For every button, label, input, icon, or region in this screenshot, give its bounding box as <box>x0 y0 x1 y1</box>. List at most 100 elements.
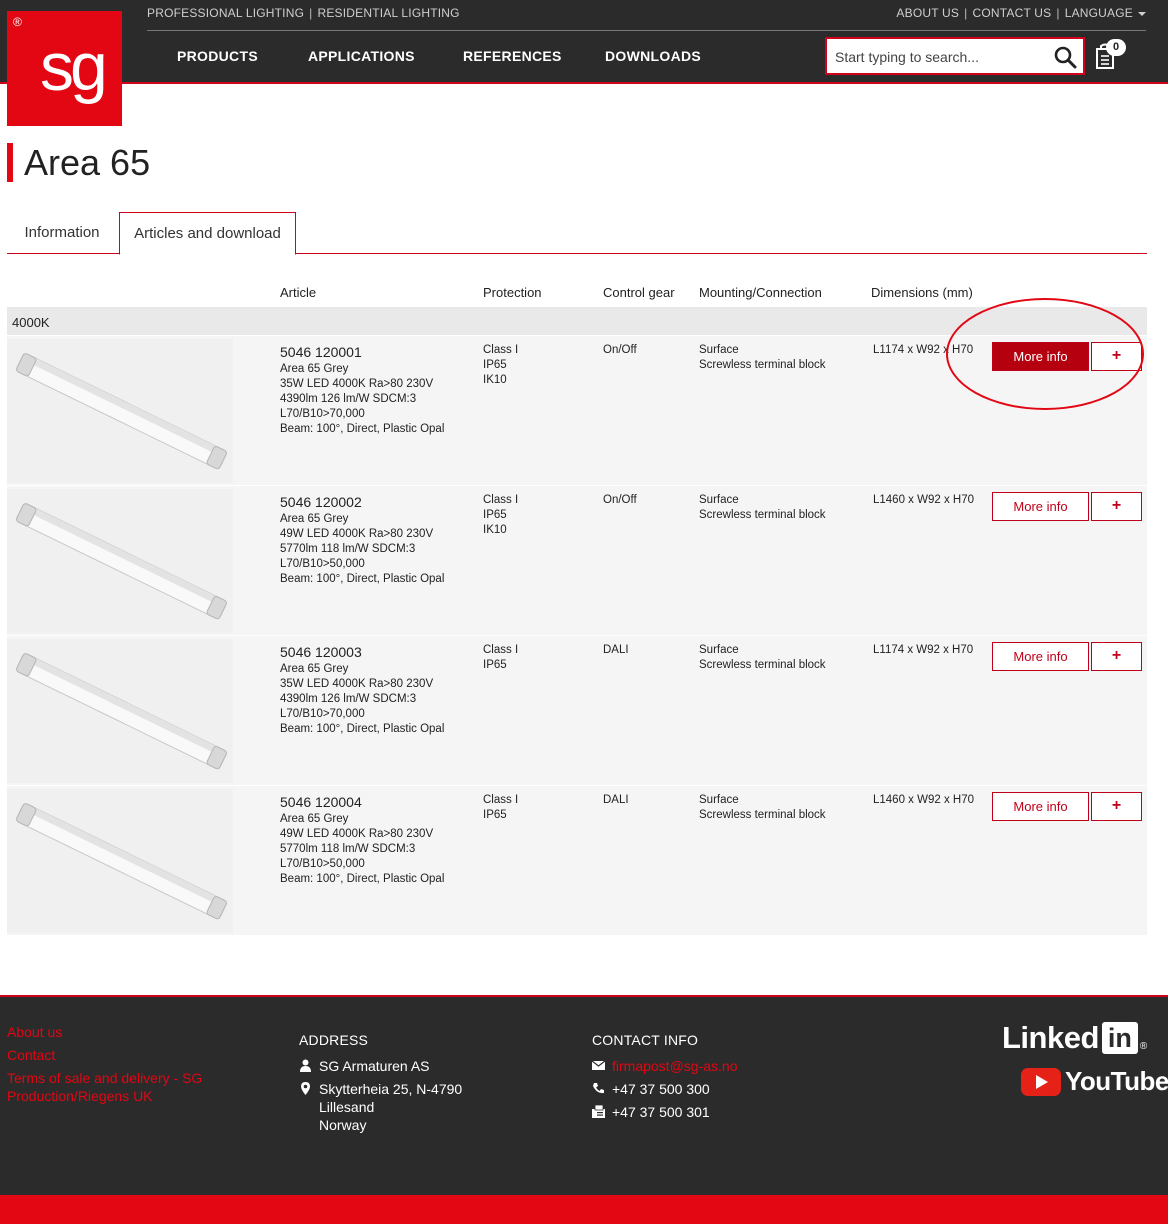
article-beam: Beam: 100°, Direct, Plastic Opal <box>280 423 445 435</box>
connection-type: Screwless terminal block <box>699 659 826 671</box>
dimensions-cell: L1174 x W92 x H70 <box>873 344 974 356</box>
segment-nav: PROFESSIONAL LIGHTING | RESIDENTIAL LIGHTI… <box>147 6 460 20</box>
product-image[interactable] <box>7 639 233 783</box>
table-header: Article Protection Control gear Mounting… <box>7 284 1147 306</box>
mounting-cell: Surface Screwless terminal block <box>699 493 826 523</box>
protection-ip: IP65 <box>483 809 507 821</box>
mounting-cell: Surface Screwless terminal block <box>699 793 826 823</box>
article-life: L70/B10>70,000 <box>280 408 365 420</box>
contact-us-link[interactable]: CONTACT US <box>972 6 1051 20</box>
article-info: 5046 120001 Area 65 Grey 35W LED 4000K R… <box>280 344 444 437</box>
email-link[interactable]: firmapost@sg-as.no <box>612 1057 737 1075</box>
article-beam: Beam: 100°, Direct, Plastic Opal <box>280 723 445 735</box>
protection-class: Class I <box>483 644 519 656</box>
dimensions-cell: L1460 x W92 x H70 <box>873 794 975 806</box>
phone-line: +47 37 500 300 <box>592 1080 737 1098</box>
search-icon[interactable] <box>1053 45 1077 69</box>
article-life: L70/B10>50,000 <box>280 558 365 570</box>
footer-links: About us Contact Terms of sale and deliv… <box>7 1023 227 1110</box>
column-header-control-gear: Control gear <box>603 285 675 300</box>
separator: | <box>309 6 313 20</box>
language-dropdown[interactable]: LANGUAGE <box>1065 6 1133 20</box>
add-to-list-button[interactable]: + <box>1091 492 1142 521</box>
protection-class: Class I <box>483 344 519 356</box>
product-image[interactable] <box>7 489 233 633</box>
more-info-button[interactable]: More info <box>992 342 1089 371</box>
article-name: Area 65 Grey <box>280 363 349 375</box>
protection-ik: IK10 <box>483 524 507 536</box>
tab-articles-and-download[interactable]: Articles and download <box>119 212 296 255</box>
person-icon <box>300 1059 311 1072</box>
sg-logo[interactable]: ® sg <box>7 11 122 126</box>
more-info-button[interactable]: More info <box>992 642 1089 671</box>
fax-number: +47 37 500 301 <box>612 1104 710 1120</box>
search-box <box>825 37 1085 75</box>
tab-information[interactable]: Information <box>7 212 117 254</box>
footer-link-contact[interactable]: Contact <box>7 1046 227 1064</box>
youtube-logo[interactable]: YouTube <box>1021 1066 1168 1097</box>
connection-type: Screwless terminal block <box>699 509 826 521</box>
residential-lighting-link[interactable]: RESIDENTIAL LIGHTING <box>317 6 459 20</box>
email-line: firmapost@sg-as.no <box>592 1057 737 1075</box>
add-to-list-button[interactable]: + <box>1091 642 1142 671</box>
article-info: 5046 120003 Area 65 Grey 35W LED 4000K R… <box>280 644 444 737</box>
add-to-list-button[interactable]: + <box>1091 342 1142 371</box>
about-us-link[interactable]: ABOUT US <box>896 6 959 20</box>
professional-lighting-link[interactable]: PROFESSIONAL LIGHTING <box>147 6 304 20</box>
article-name: Area 65 Grey <box>280 663 349 675</box>
more-info-button[interactable]: More info <box>992 492 1089 521</box>
company-line: SG Armaturen AS <box>299 1057 462 1075</box>
connection-type: Screwless terminal block <box>699 359 826 371</box>
article-spec: 49W LED 4000K Ra>80 230V <box>280 528 434 540</box>
contact-block: CONTACT INFO firmapost@sg-as.no +47 37 5… <box>592 1032 737 1121</box>
phone-icon <box>593 1083 604 1094</box>
site-header: PROFESSIONAL LIGHTING | RESIDENTIAL LIGHTI… <box>0 0 1168 84</box>
mounting-type: Surface <box>699 644 739 656</box>
protection-class: Class I <box>483 794 519 806</box>
article-number[interactable]: 5046 120002 <box>280 494 444 510</box>
nav-applications[interactable]: APPLICATIONS <box>308 48 415 64</box>
search-input[interactable] <box>835 47 1045 67</box>
title-accent <box>7 143 13 182</box>
page-title: Area 65 <box>24 142 151 183</box>
footer-accent-bar <box>0 1195 1168 1224</box>
caret-down-icon <box>1138 11 1146 16</box>
article-name: Area 65 Grey <box>280 813 349 825</box>
article-number[interactable]: 5046 120003 <box>280 644 444 660</box>
article-beam: Beam: 100°, Direct, Plastic Opal <box>280 573 445 585</box>
phone-number: +47 37 500 300 <box>612 1081 710 1097</box>
company-name: SG Armaturen AS <box>319 1058 430 1074</box>
add-to-list-button[interactable]: + <box>1091 792 1142 821</box>
article-lumen: 5770lm 118 lm/W SDCM:3 <box>280 543 416 555</box>
article-number[interactable]: 5046 120001 <box>280 344 444 360</box>
product-image[interactable] <box>7 789 233 933</box>
protection-cell: Class I IP65 IK10 <box>483 493 518 538</box>
article-number[interactable]: 5046 120004 <box>280 794 444 810</box>
more-info-button[interactable]: More info <box>992 792 1089 821</box>
protection-cell: Class I IP65 <box>483 793 518 823</box>
protection-class: Class I <box>483 494 519 506</box>
product-image[interactable] <box>7 339 233 483</box>
mounting-type: Surface <box>699 794 739 806</box>
table-row: 5046 120001 Area 65 Grey 35W LED 4000K R… <box>7 336 1147 486</box>
control-gear-cell: On/Off <box>603 494 637 506</box>
article-beam: Beam: 100°, Direct, Plastic Opal <box>280 873 445 885</box>
mounting-type: Surface <box>699 344 739 356</box>
protection-cell: Class I IP65 IK10 <box>483 343 518 388</box>
nav-products[interactable]: PRODUCTS <box>177 48 258 64</box>
utility-nav: ABOUT US | CONTACT US | LANGUAGE <box>896 6 1146 20</box>
nav-downloads[interactable]: DOWNLOADS <box>605 48 701 64</box>
dimensions-cell: L1460 x W92 x H70 <box>873 494 975 506</box>
table-row: 5046 120004 Area 65 Grey 49W LED 4000K R… <box>7 786 1147 936</box>
fax-icon <box>592 1105 605 1118</box>
linkedin-logo[interactable]: Linked in ® <box>1002 1020 1147 1055</box>
table-row: 5046 120003 Area 65 Grey 35W LED 4000K R… <box>7 636 1147 786</box>
footer-link-about-us[interactable]: About us <box>7 1023 227 1041</box>
address-line: Skytterheia 25, N-4790 Lillesand Norway <box>299 1080 462 1134</box>
street-address: Skytterheia 25, N-4790 Lillesand Norway <box>319 1081 463 1133</box>
protection-ip: IP65 <box>483 359 507 371</box>
column-header-protection: Protection <box>483 285 542 300</box>
footer-link-terms[interactable]: Terms of sale and delivery - SG Producti… <box>7 1069 227 1105</box>
address-heading: ADDRESS <box>299 1032 369 1048</box>
nav-references[interactable]: REFERENCES <box>463 48 562 64</box>
